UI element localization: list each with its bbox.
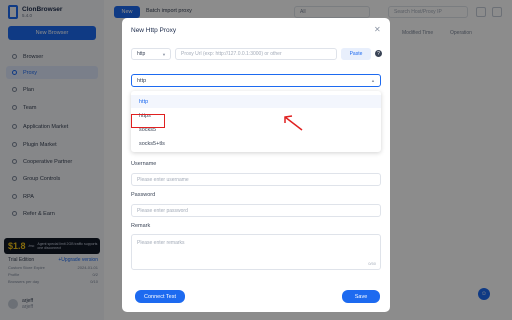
chevron-up-icon: ▲ <box>371 78 375 83</box>
annotation-highlight-box <box>131 114 165 128</box>
chevron-down-icon: ▼ <box>162 52 166 57</box>
remark-placeholder: Please enter remarks <box>137 240 185 246</box>
close-icon[interactable]: ✕ <box>374 26 381 34</box>
dialog-title: New Http Proxy <box>131 27 177 34</box>
new-http-proxy-dialog: New Http Proxy ✕ http ▼ Proxy Url (exp: … <box>122 18 390 312</box>
dropdown-option-https[interactable]: https <box>131 109 381 122</box>
dropdown-option-socks5-tls[interactable]: socks5+tls <box>131 137 381 150</box>
dropdown-option-http[interactable]: http <box>131 95 381 108</box>
paste-button[interactable]: Paste <box>341 48 371 60</box>
paste-label: Paste <box>349 51 363 57</box>
annotation-arrow-icon <box>284 115 303 131</box>
proxy-type-value: http <box>137 51 146 57</box>
remark-textarea[interactable]: Please enter remarks 0/50 <box>131 234 381 270</box>
save-button[interactable]: Save <box>342 290 380 303</box>
save-label: Save <box>354 293 368 300</box>
remark-counter: 0/50 <box>368 261 376 266</box>
proxy-type-select[interactable]: http ▼ <box>131 48 171 60</box>
password-label: Password <box>131 192 156 198</box>
connect-test-label: Connect Test <box>143 293 176 300</box>
username-input[interactable]: Please enter username <box>131 173 381 186</box>
dropdown-option-socks5[interactable]: socks5 <box>131 123 381 136</box>
proxy-protocol-select[interactable]: http ▲ <box>131 74 381 87</box>
proxy-protocol-value: http <box>137 77 147 84</box>
connect-test-button[interactable]: Connect Test <box>135 290 185 303</box>
username-label: Username <box>131 161 157 167</box>
help-icon[interactable]: ? <box>375 50 382 57</box>
protocol-dropdown: http https socks5 socks5+tls <box>131 91 381 152</box>
password-input[interactable]: Please enter password <box>131 204 381 217</box>
remark-label: Remark <box>131 223 151 229</box>
proxy-url-input[interactable]: Proxy Url (exp: http://127.0.0.1:3000) o… <box>175 48 337 60</box>
